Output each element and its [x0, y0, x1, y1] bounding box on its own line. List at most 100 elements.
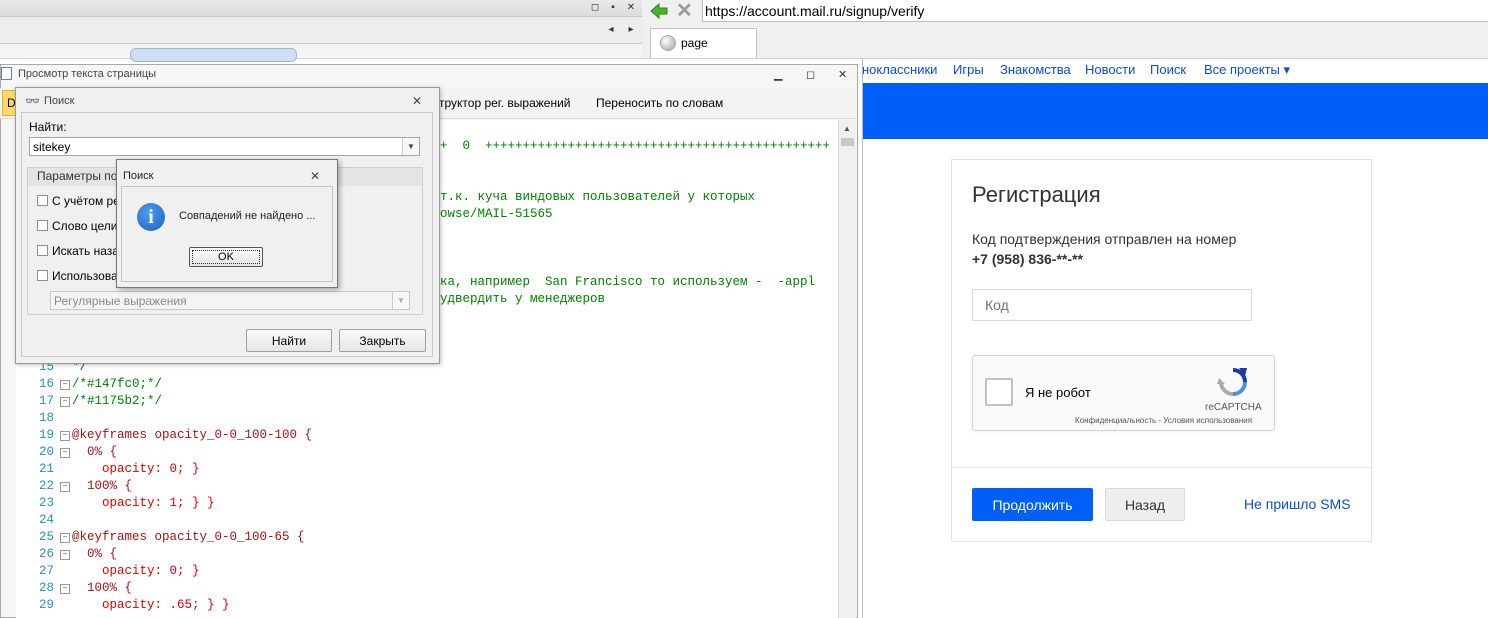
recaptcha-logo-icon — [1217, 368, 1247, 396]
binoculars-icon: 👓 — [25, 94, 40, 108]
alert-close-icon[interactable]: ✕ — [310, 169, 320, 183]
code-fragment: + 0 ++++++++++++++++++++++++++++++++++++… — [440, 139, 831, 153]
code-line: 0% { — [72, 445, 118, 459]
recaptcha-links[interactable]: Конфиденциальность - Условия использован… — [1075, 416, 1252, 425]
fold-toggle-icon[interactable]: − — [60, 550, 70, 560]
alert-title: Поиск — [123, 170, 154, 182]
alert-message: Совпадений не найдено ... — [179, 210, 316, 222]
find-input-value: sitekey — [33, 140, 71, 154]
search-dialog-close-icon[interactable]: ✕ — [412, 94, 422, 108]
back-arrow-icon[interactable] — [650, 3, 668, 19]
scroll-right-icon[interactable]: ▸ — [624, 24, 638, 36]
continue-button[interactable]: Продолжить — [972, 488, 1093, 521]
search-options-title: Параметры пои — [37, 169, 125, 183]
fold-toggle-icon[interactable]: − — [60, 448, 70, 458]
find-input[interactable]: sitekey ▼ — [29, 137, 420, 156]
toolbar-active-button[interactable]: D — [2, 90, 16, 116]
pane-divider — [862, 58, 863, 618]
nav-all-projects[interactable]: Все проекты ▾ — [1204, 62, 1290, 78]
nav-news[interactable]: Новости — [1085, 62, 1135, 77]
info-icon: i — [137, 203, 165, 231]
word-wrap-button[interactable]: Переносить по словам — [596, 96, 723, 110]
ide-panel-tabs — [0, 17, 642, 44]
browser-tab-label: page — [681, 36, 708, 50]
browser-tab[interactable]: page — [650, 28, 757, 58]
panel-restore-icon[interactable]: ◻ — [588, 2, 602, 14]
ide-panel-header — [0, 0, 642, 17]
line-number: 18 — [38, 411, 54, 425]
close-button[interactable]: Закрыть — [339, 329, 426, 352]
registration-card — [951, 159, 1372, 542]
panel-close-icon[interactable]: ✕ — [624, 2, 638, 14]
vertical-scrollbar[interactable]: ▲ — [838, 120, 856, 618]
globe-icon — [660, 35, 676, 51]
recaptcha-checkbox[interactable] — [985, 378, 1013, 406]
search-dialog-title: Поиск — [44, 95, 75, 107]
search-backward-label: Искать назад — [52, 244, 126, 258]
minimize-icon[interactable]: ▁ — [774, 68, 782, 81]
nav-odnoklassniki[interactable]: ноклассники — [862, 62, 937, 77]
ide-tab-pill[interactable] — [130, 48, 297, 62]
match-case-checkbox[interactable] — [37, 195, 48, 206]
search-backward-checkbox[interactable] — [37, 245, 48, 256]
scroll-thumb[interactable] — [841, 138, 854, 146]
fold-toggle-icon[interactable]: − — [60, 584, 70, 594]
address-bar[interactable]: https://account.mail.ru/signup/verify — [702, 0, 1488, 22]
regex-builder-button[interactable]: труктор рег. выражений — [439, 96, 570, 110]
panel-pin-icon[interactable]: ▪ — [606, 2, 620, 14]
nav-dating[interactable]: Знакомства — [1000, 62, 1071, 77]
line-number: 17 — [38, 394, 54, 408]
line-number: 27 — [38, 564, 54, 578]
code-fragment: удвердить у менеджеров — [440, 292, 606, 306]
fold-toggle-icon[interactable]: − — [60, 431, 70, 441]
chevron-down-icon[interactable]: ▼ — [392, 292, 409, 309]
code-line: @keyframes opacity_0-0_100-100 { — [72, 428, 313, 442]
code-line: opacity: 1; } } — [72, 496, 215, 510]
fold-toggle-icon[interactable]: − — [60, 397, 70, 407]
mail-header-band — [862, 83, 1488, 139]
code-fragment: ка, например San Francisco то используем… — [440, 275, 816, 289]
code-fragment: owse/MAIL-51565 — [440, 207, 553, 221]
nav-search[interactable]: Поиск — [1150, 62, 1186, 77]
line-number: 26 — [38, 547, 54, 561]
chevron-down-icon[interactable]: ▼ — [402, 138, 419, 155]
fold-toggle-icon[interactable]: − — [60, 380, 70, 390]
maximize-icon[interactable]: ◻ — [806, 68, 815, 81]
match-case-label: С учётом рег — [52, 194, 125, 208]
ok-button[interactable]: OK — [189, 247, 263, 267]
line-number: 22 — [38, 479, 54, 493]
no-sms-link[interactable]: Не пришло SMS — [1244, 496, 1351, 512]
code-line: /*#1175b2;*/ — [72, 394, 163, 408]
fold-toggle-icon[interactable]: − — [60, 482, 70, 492]
scroll-up-icon[interactable]: ▲ — [843, 124, 851, 133]
regex-type-select[interactable]: Регулярные выражения ▼ — [50, 291, 410, 310]
find-button[interactable]: Найти — [246, 329, 332, 352]
nav-games[interactable]: Игры — [953, 62, 984, 77]
whole-word-checkbox[interactable] — [37, 220, 48, 231]
code-line: 0% { — [72, 547, 118, 561]
back-button[interactable]: Назад — [1105, 488, 1185, 521]
code-line: @keyframes opacity_0-0_100-65 { — [72, 530, 305, 544]
recaptcha-brand: reCAPTCHA — [1205, 402, 1262, 413]
scroll-left-icon[interactable]: ◂ — [604, 24, 618, 36]
line-number: 21 — [38, 462, 54, 476]
use-regex-label: Использоват — [52, 269, 123, 283]
close-icon[interactable]: ✕ — [838, 68, 847, 81]
code-line: 100% { — [72, 581, 133, 595]
regex-type-value: Регулярные выражения — [54, 294, 187, 308]
line-number: 25 — [38, 530, 54, 544]
code-line: opacity: 0; } — [72, 564, 200, 578]
code-line: 100% { — [72, 479, 133, 493]
use-regex-checkbox[interactable] — [37, 270, 48, 281]
code-line: opacity: 0; } — [72, 462, 200, 476]
line-number: 16 — [38, 377, 54, 391]
code-input[interactable] — [972, 289, 1252, 321]
stop-icon[interactable]: ✕ — [676, 1, 693, 21]
code-sent-text: Код подтверждения отправлен на номер — [972, 231, 1237, 247]
ide-top-area: ◻ ▪ ✕ ◂ ▸ — [0, 0, 642, 62]
document-icon — [1, 67, 12, 80]
line-number: 29 — [38, 598, 54, 612]
fold-toggle-icon[interactable]: − — [60, 533, 70, 543]
whole-word-label: Слово целик — [52, 219, 123, 233]
line-number: 24 — [38, 513, 54, 527]
